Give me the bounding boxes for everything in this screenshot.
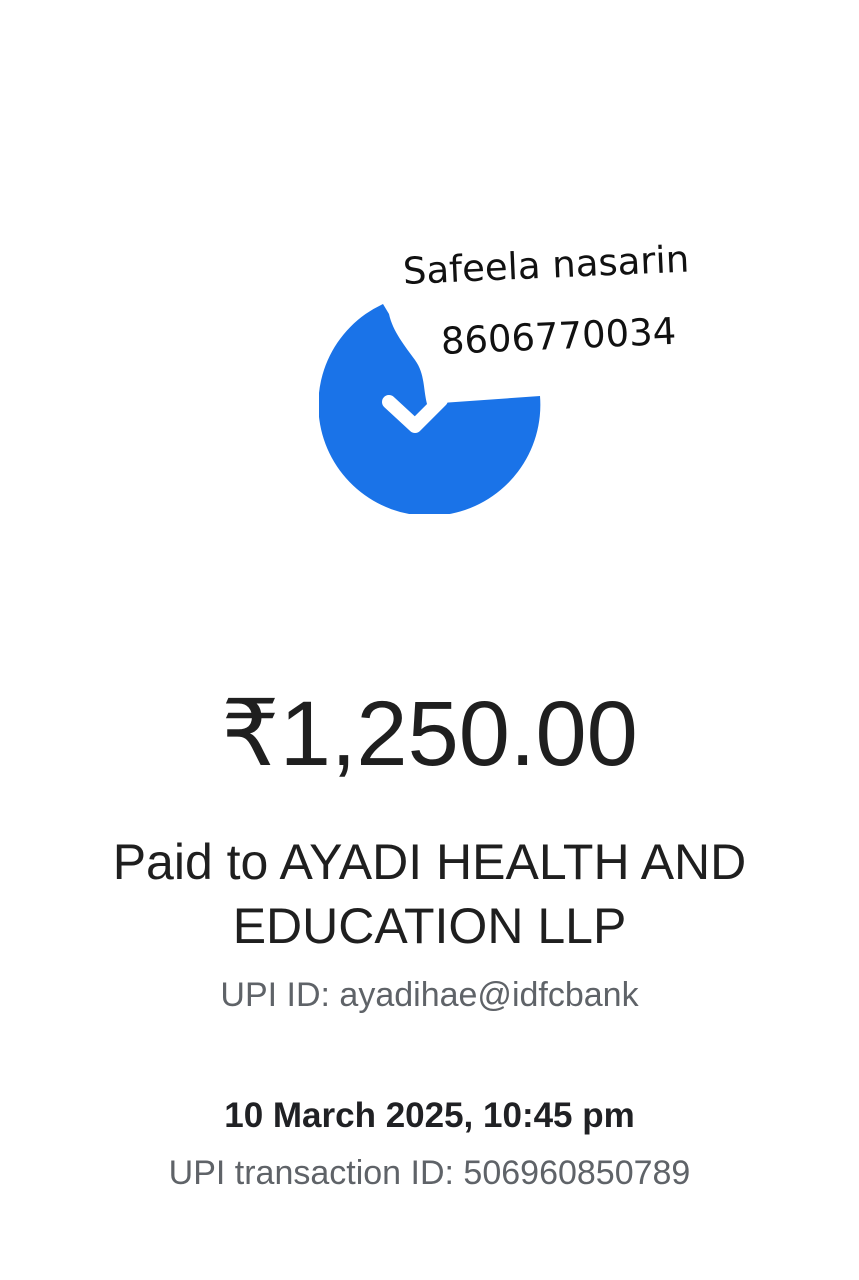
- payee-name: Paid to AYADI HEALTH AND EDUCATION LLP: [112, 834, 747, 954]
- payment-receipt-screen: Safeela nasarin 8606770034 ₹1,250.00 Pai…: [0, 0, 859, 1280]
- payment-datetime: 10 March 2025, 10:45 pm: [224, 1096, 635, 1135]
- annotation-phone: 8606770034: [440, 309, 678, 363]
- annotation-name: Safeela nasarin: [402, 237, 691, 293]
- payee-upi-id[interactable]: UPI ID: ayadihae@idfcbank: [0, 976, 859, 1015]
- transaction-id[interactable]: UPI transaction ID: 506960850789: [0, 1154, 859, 1193]
- payment-amount: ₹1,250.00: [221, 683, 638, 785]
